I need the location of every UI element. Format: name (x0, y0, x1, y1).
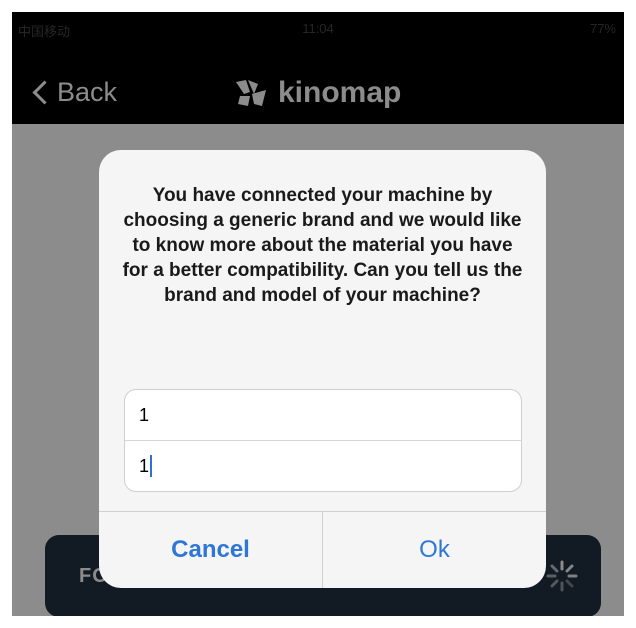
dialog-actions: Cancel Ok (99, 511, 546, 588)
brand-input[interactable]: 1 (125, 390, 521, 441)
battery-level: 77% (589, 21, 616, 36)
back-label: Back (57, 76, 118, 107)
nav-bar: Back kinomap (12, 44, 624, 124)
dialog-message: You have connected your machine by choos… (122, 185, 523, 306)
kinomap-logo-icon (236, 80, 266, 106)
status-time: 11:04 (302, 21, 334, 36)
dialog-fields: 1 1 (124, 389, 522, 492)
brand-name: kinomap (278, 76, 402, 109)
app-logo: kinomap (234, 74, 401, 112)
brand-input-value: 1 (139, 404, 150, 425)
generic-brand-dialog: You have connected your machine by choos… (99, 150, 546, 588)
loading-spinner-icon (546, 560, 578, 592)
model-input-value: 1 (139, 455, 150, 476)
chevron-left-icon (32, 79, 57, 105)
status-bar: 中国移动 11:04 77% (12, 12, 624, 44)
text-cursor (150, 455, 153, 477)
ok-button[interactable]: Ok (323, 512, 546, 588)
app-screen: 中国移动 11:04 77% Back kinomap FO You have … (12, 12, 624, 616)
model-input[interactable]: 1 (125, 441, 521, 491)
cancel-button[interactable]: Cancel (99, 512, 323, 588)
back-button[interactable]: Back (32, 76, 117, 108)
